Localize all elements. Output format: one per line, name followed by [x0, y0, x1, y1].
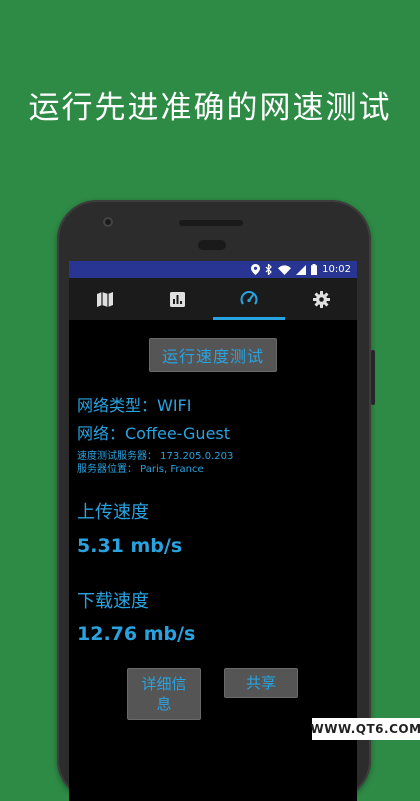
tab-bar	[69, 278, 357, 320]
signal-icon	[296, 264, 307, 275]
upload-speed-label: 上传速度	[77, 502, 149, 523]
tab-settings[interactable]	[285, 278, 357, 320]
power-button	[371, 350, 375, 405]
network-name-text: 网络：Coffee-Guest	[77, 424, 231, 443]
promo-title: 运行先进准确的网速测试	[28, 90, 392, 126]
speedometer-icon	[240, 291, 258, 305]
site-watermark: WWW.QT6.COM	[310, 718, 420, 740]
tab-statistics[interactable]	[141, 278, 213, 320]
server-location-text: 服务器位置： Paris, France	[77, 464, 204, 475]
download-speed-label: 下载速度	[77, 591, 149, 612]
download-speed-value: 12.76 mb/s	[77, 623, 196, 645]
gear-icon	[312, 290, 330, 308]
proximity-sensor	[198, 240, 226, 250]
details-button-label: 详细信息	[141, 675, 187, 713]
location-icon	[251, 264, 261, 275]
bluetooth-icon	[265, 264, 273, 275]
battery-icon	[311, 264, 318, 275]
tab-map[interactable]	[69, 278, 141, 320]
status-time: 10:02	[322, 264, 351, 275]
wifi-icon	[278, 264, 292, 275]
front-camera	[103, 217, 113, 227]
earpiece-speaker	[179, 220, 243, 226]
map-icon	[97, 291, 113, 307]
phone-frame: 10:02 运行速度测试 网络类型：WIFI 网络：Coffee-Guest 速…	[57, 200, 375, 801]
bar-chart-icon	[169, 291, 185, 307]
upload-speed-value: 5.31 mb/s	[77, 535, 183, 557]
network-type-text: 网络类型：WIFI	[77, 396, 192, 415]
status-bar: 10:02	[69, 261, 357, 278]
share-button[interactable]: 共享	[224, 668, 298, 698]
details-button[interactable]: 详细信息	[127, 668, 201, 720]
tab-speedtest[interactable]	[213, 278, 285, 320]
run-speed-test-button[interactable]: 运行速度测试	[149, 338, 277, 372]
